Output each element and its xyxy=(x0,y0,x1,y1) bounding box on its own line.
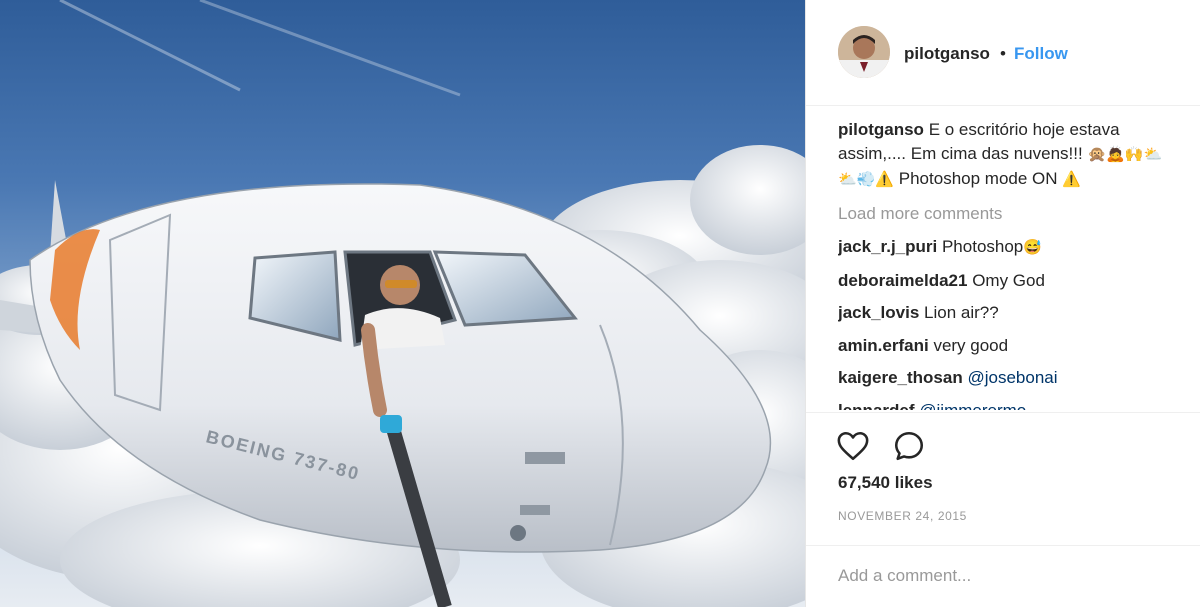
caption-emojis-2: ⛅💨⚠️ xyxy=(838,171,895,188)
comment-button[interactable] xyxy=(892,429,926,463)
post-photo[interactable]: BOEING 737-80 xyxy=(0,0,805,607)
comment-text: Photoshop xyxy=(941,237,1024,256)
comment-text: Omy God xyxy=(972,270,1045,290)
comment-username[interactable]: jack_lovis xyxy=(838,303,919,322)
caption-text-2: Photoshop mode ON xyxy=(898,169,1058,188)
post-header: pilotganso • Follow xyxy=(806,0,1200,106)
separator-dot: • xyxy=(1000,44,1006,63)
avatar[interactable] xyxy=(838,26,890,78)
comment-username[interactable]: amin.erfani xyxy=(838,336,929,355)
add-comment-input[interactable] xyxy=(836,562,1170,590)
like-button[interactable] xyxy=(836,429,870,463)
comment-item: amin.erfani very good xyxy=(838,334,1188,358)
comment-item: jack_lovis Lion air?? xyxy=(838,301,1188,325)
airplane-selfie-image: BOEING 737-80 xyxy=(0,0,805,607)
add-comment-section xyxy=(806,545,1200,606)
comment-item: deboraimelda21 Omy God xyxy=(838,269,1188,293)
post-username[interactable]: pilotganso xyxy=(904,44,990,64)
comment-username[interactable]: lennardef xyxy=(838,401,915,411)
avatar-image xyxy=(838,26,890,78)
comment-username[interactable]: jack_r.j_puri xyxy=(838,237,937,256)
comment-username[interactable]: deboraimelda21 xyxy=(838,271,967,290)
comment-username[interactable]: kaigere_thosan xyxy=(838,368,963,387)
comment-item: kaigere_thosan @josebonai xyxy=(838,366,1188,390)
heart-icon xyxy=(837,431,869,461)
caption-username[interactable]: pilotganso xyxy=(838,120,924,139)
follow-button[interactable]: Follow xyxy=(1014,44,1068,64)
post-caption: pilotganso E o escritório hoje estava as… xyxy=(838,118,1188,192)
comment-item: lennardef @jimmerermo xyxy=(838,399,1188,411)
post-actions: 67,540 likes NOVEMBER 24, 2015 xyxy=(806,412,1200,605)
comment-item: jack_r.j_puri Photoshop😅 xyxy=(838,235,1188,260)
comment-bubble-icon xyxy=(894,431,924,461)
caption-emojis: 🙊🙇🙌⛅ xyxy=(1087,146,1163,163)
comment-text: very good xyxy=(933,335,1009,355)
comment-text: Lion air?? xyxy=(924,303,999,322)
likes-count[interactable]: 67,540 likes xyxy=(838,473,933,493)
comments-list[interactable]: pilotganso E o escritório hoje estava as… xyxy=(838,118,1188,410)
comment-mention[interactable]: @jimmerermo xyxy=(919,401,1026,411)
load-more-comments-button[interactable]: Load more comments xyxy=(838,202,1188,226)
post-sidebar: pilotganso • Follow pilotganso E o escri… xyxy=(805,0,1200,607)
post-date[interactable]: NOVEMBER 24, 2015 xyxy=(838,509,967,523)
warning-emoji: ⚠️ xyxy=(1062,171,1081,188)
comment-mention[interactable]: @josebonai xyxy=(967,368,1057,387)
comment-emoji: 😅 xyxy=(1023,239,1042,256)
